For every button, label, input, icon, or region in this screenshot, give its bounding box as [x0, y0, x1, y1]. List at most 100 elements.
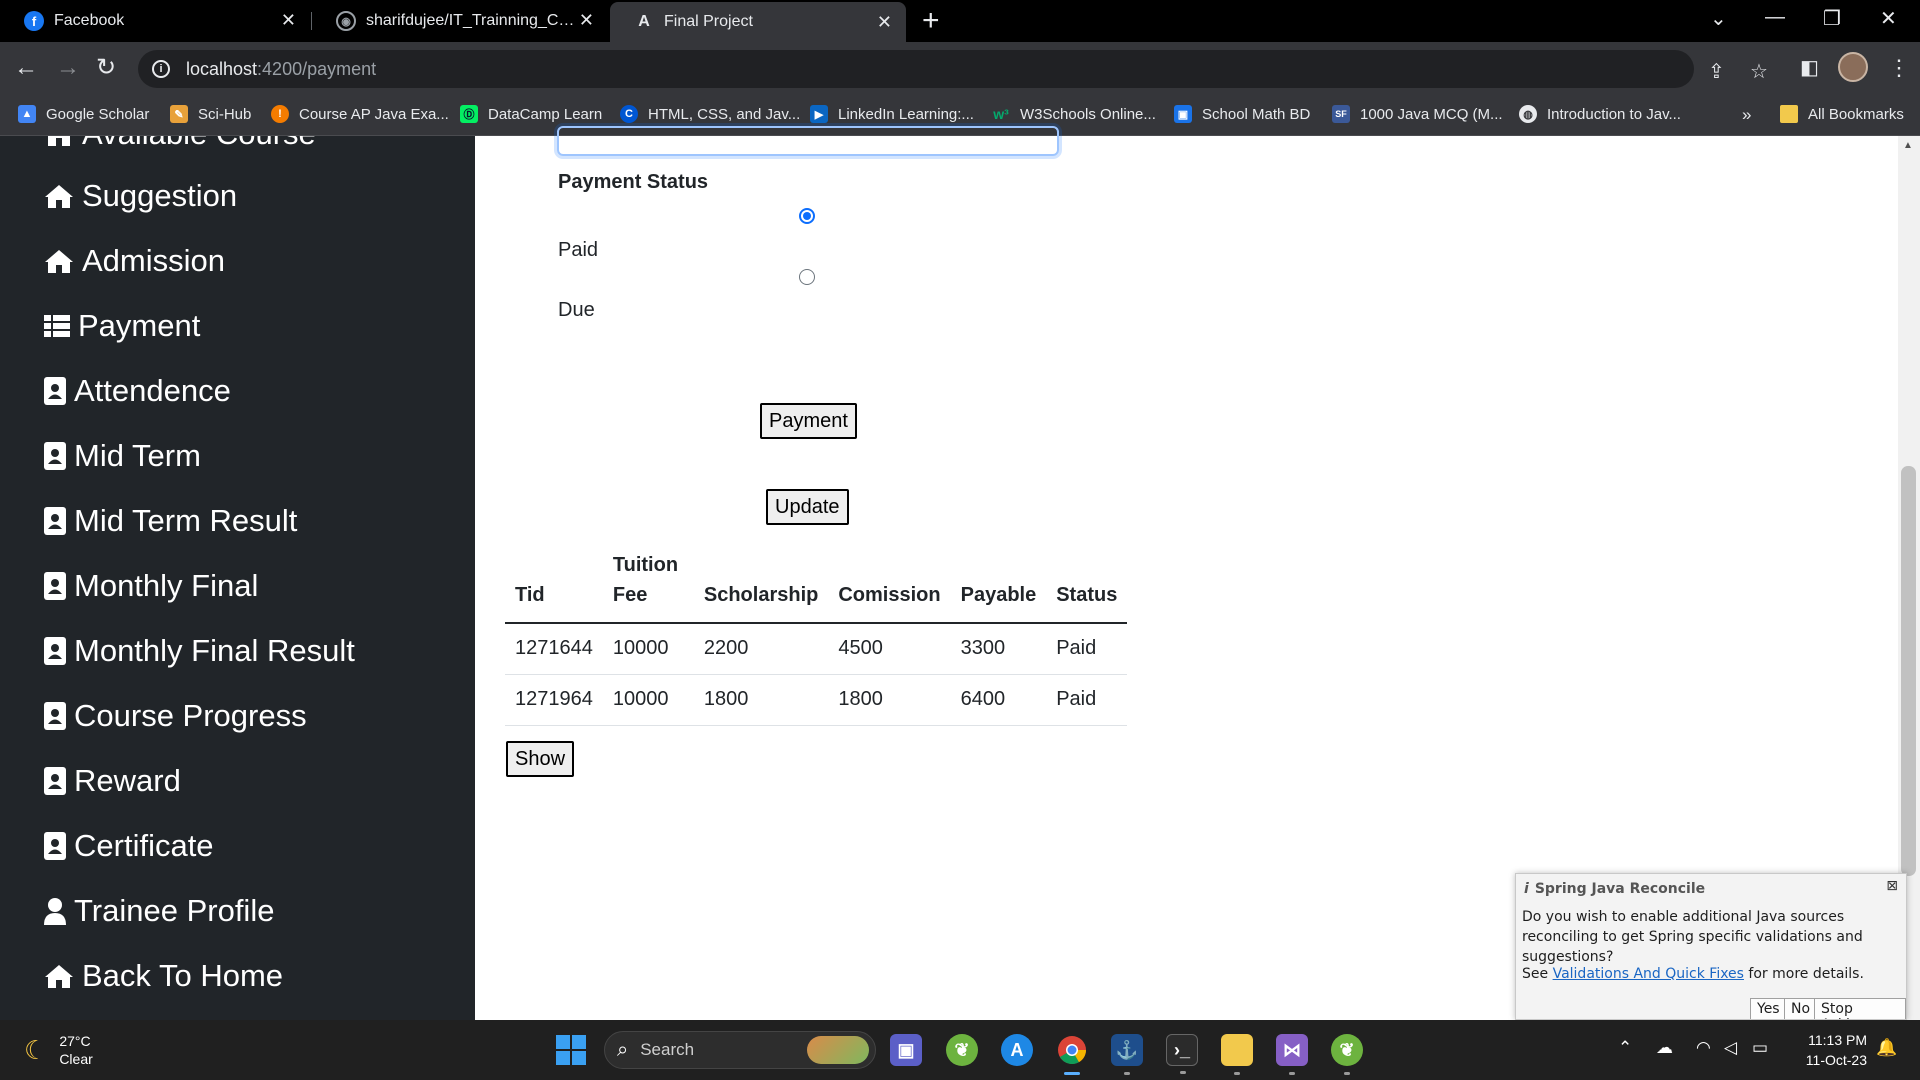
file-explorer-icon[interactable]	[1221, 1034, 1253, 1075]
datacamp-icon: Ⓓ	[460, 105, 478, 123]
sidebar-item-back-to-home[interactable]: Back To Home	[44, 958, 283, 994]
visual-studio-icon[interactable]: ⋈	[1276, 1034, 1308, 1075]
table-row: 1271964 10000 1800 1800 6400 Paid	[505, 674, 1128, 726]
address-bar[interactable]: i localhost :4200/payment ⇪ ☆	[138, 50, 1768, 88]
terminal-icon[interactable]: ›_	[1166, 1034, 1198, 1074]
bookmark-introduction-java[interactable]: ◍ Introduction to Jav...	[1519, 105, 1681, 123]
minimize-icon[interactable]: —	[1765, 6, 1785, 29]
windows-start-icon[interactable]	[555, 1034, 587, 1066]
radio-due-label: Due	[558, 299, 595, 321]
radio-due[interactable]	[799, 269, 815, 285]
notification-yes-button[interactable]: Yes	[1750, 998, 1787, 1019]
taskbar-clock[interactable]: 11:13 PM 11-Oct-23	[1795, 1030, 1867, 1070]
tab-search-chevron-icon[interactable]: ⌄	[1710, 6, 1727, 31]
all-bookmarks-button[interactable]: All Bookmarks	[1780, 105, 1904, 123]
site-info-icon[interactable]: i	[152, 60, 170, 78]
cell-payable: 3300	[950, 623, 1047, 675]
radio-paid[interactable]	[799, 208, 815, 224]
show-button[interactable]: Show	[506, 741, 575, 777]
info-icon: i	[1524, 881, 1529, 897]
bookmark-scihub[interactable]: ✎ Sci-Hub	[170, 105, 251, 123]
angular-icon: A	[638, 13, 650, 30]
tab-github[interactable]: ◉ sharifdujee/IT_Trainning_Center ✕	[312, 0, 608, 42]
onedrive-icon[interactable]: ☁	[1656, 1038, 1673, 1058]
sidebar-item-available-course[interactable]: Available Course	[44, 136, 316, 152]
sidebar-item-certificate[interactable]: Certificate	[44, 828, 214, 864]
validations-quick-fixes-link[interactable]: Validations And Quick Fixes	[1553, 966, 1744, 982]
sidebar-item-monthly-final-result[interactable]: Monthly Final Result	[44, 633, 355, 669]
new-tab-button[interactable]: +	[922, 6, 940, 36]
spring-reconcile-notification: i Spring Java Reconcile ⊠ Do you wish to …	[1515, 873, 1907, 1020]
taskbar-search[interactable]: ⌕ Search	[604, 1031, 876, 1069]
payment-form-input[interactable]	[557, 126, 1059, 156]
close-tab-icon[interactable]: ✕	[877, 12, 892, 33]
notification-bell-icon[interactable]: 🔔	[1876, 1038, 1897, 1058]
wifi-icon[interactable]: ◠	[1696, 1038, 1711, 1058]
scroll-up-arrow-icon[interactable]: ▲	[1903, 140, 1913, 151]
contact-card-icon	[44, 442, 66, 470]
bookmark-course-ap-java[interactable]: ! Course AP Java Exa...	[271, 105, 449, 123]
update-button[interactable]: Update	[766, 489, 849, 525]
folder-icon	[1780, 105, 1798, 123]
sidebar-item-reward[interactable]: Reward	[44, 763, 181, 799]
tab-final-project[interactable]: A Final Project ✕	[610, 2, 906, 42]
sidebar-item-label: Trainee Profile	[74, 893, 275, 928]
close-tab-icon[interactable]: ✕	[281, 10, 296, 31]
notification-no-button[interactable]: No	[1784, 998, 1818, 1019]
weather-widget[interactable]: ☾ 27°C Clear	[24, 1032, 93, 1068]
bookmark-datacamp[interactable]: Ⓓ DataCamp Learn	[460, 105, 602, 123]
side-panel-icon[interactable]: ◧	[1800, 55, 1819, 80]
chrome-icon[interactable]	[1056, 1034, 1088, 1075]
teams-meet-icon[interactable]: ▣	[890, 1034, 922, 1066]
tab-facebook[interactable]: f Facebook ✕	[0, 0, 310, 42]
search-placeholder: Search	[640, 1040, 695, 1059]
bookmark-school-math-bd[interactable]: ▣ School Math BD	[1174, 105, 1310, 123]
sidebar-item-label: Certificate	[74, 828, 214, 863]
sidebar-item-mid-term[interactable]: Mid Term	[44, 438, 201, 474]
battery-icon[interactable]: ▭	[1752, 1038, 1768, 1058]
spring-tools-2-icon[interactable]: ❦	[1331, 1034, 1363, 1075]
bookmark-google-scholar[interactable]: ▲ Google Scholar	[18, 105, 149, 123]
restore-icon[interactable]: ❐	[1823, 6, 1841, 31]
sidebar-item-admission[interactable]: Admission	[44, 243, 225, 279]
close-tab-icon[interactable]: ✕	[579, 10, 594, 31]
bookmark-label: Google Scholar	[46, 105, 150, 123]
radio-paid-label: Paid	[558, 239, 599, 261]
spring-tools-icon[interactable]: ❦	[946, 1034, 978, 1066]
share-icon[interactable]: ⇪	[1708, 59, 1725, 84]
close-notification-icon[interactable]: ⊠	[1886, 878, 1898, 894]
sidebar-item-trainee-profile[interactable]: Trainee Profile	[44, 893, 274, 929]
close-window-icon[interactable]: ✕	[1880, 6, 1897, 31]
home-icon	[44, 136, 74, 147]
scrollbar-thumb[interactable]	[1901, 466, 1916, 876]
bookmarks-overflow-button[interactable]: »	[1742, 105, 1751, 125]
back-arrow-icon[interactable]: ←	[14, 54, 38, 82]
payment-button[interactable]: Payment	[760, 403, 857, 439]
sidebar-item-mid-term-result[interactable]: Mid Term Result	[44, 503, 297, 539]
volume-icon[interactable]: ◁	[1724, 1038, 1737, 1058]
sidebar-item-attendence[interactable]: Attendence	[44, 373, 231, 409]
sidebar-item-monthly-final[interactable]: Monthly Final	[44, 568, 258, 604]
mysql-workbench-icon[interactable]: ⚓	[1111, 1034, 1143, 1075]
bookmark-w3schools[interactable]: w³ W3Schools Online...	[992, 105, 1156, 123]
notification-stop-asking-button[interactable]: Stop Asking	[1814, 998, 1906, 1019]
forward-arrow-icon[interactable]: →	[56, 54, 80, 82]
bookmark-linkedin-learning[interactable]: ▶ LinkedIn Learning:...	[810, 105, 974, 123]
bookmark-html-css-js[interactable]: C HTML, CSS, and Jav...	[620, 105, 800, 123]
sidebar-item-payment[interactable]: Payment	[44, 308, 200, 344]
search-icon: ⌕	[617, 1038, 629, 1061]
profile-avatar[interactable]	[1838, 52, 1868, 82]
menu-kebab-icon[interactable]: ⋮	[1888, 55, 1910, 81]
sidebar-item-suggestion[interactable]: Suggestion	[44, 178, 237, 214]
tray-overflow-chevron-icon[interactable]: ⌃	[1618, 1038, 1632, 1058]
sidebar-item-course-progress[interactable]: Course Progress	[44, 698, 307, 734]
cell-payable: 6400	[950, 674, 1047, 726]
school-math-icon: ▣	[1174, 105, 1192, 123]
sidebar-item-label: Attendence	[74, 373, 231, 408]
app-store-icon[interactable]: A	[1001, 1034, 1033, 1066]
reload-icon[interactable]: ↻	[96, 54, 116, 82]
bookmark-label: 1000 Java MCQ (M...	[1360, 105, 1503, 123]
overflow-chevron-icon: »	[1742, 105, 1752, 124]
bookmark-star-icon[interactable]: ☆	[1750, 59, 1768, 84]
bookmark-java-mcq[interactable]: SF 1000 Java MCQ (M...	[1332, 105, 1503, 123]
